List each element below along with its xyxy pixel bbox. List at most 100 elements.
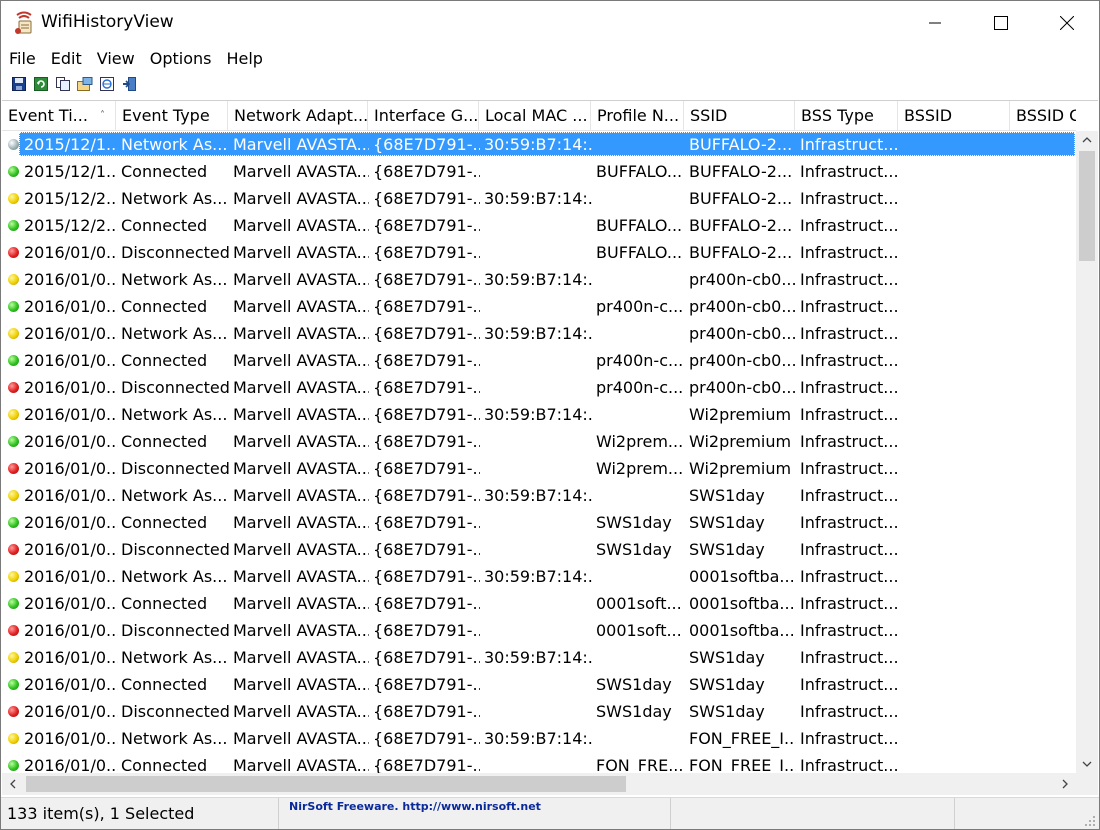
table-cell: Infrastruct...: [800, 729, 899, 748]
horizontal-scrollbar[interactable]: [2, 773, 1076, 795]
status-gray-dot-icon: [8, 139, 19, 150]
status-item-count: 133 item(s), 1 Selected: [1, 798, 279, 829]
close-button[interactable]: [1033, 1, 1099, 45]
table-row[interactable]: 2016/01/0... Network As... Marvell AVASTA.…: [2, 563, 1076, 590]
table-row[interactable]: 2015/12/1... Network As... Marvell AVASTA.…: [2, 131, 1076, 158]
table-row[interactable]: 2015/12/1... Connected Marvell AVASTA... {6…: [2, 158, 1076, 185]
table-cell: Network As...: [121, 648, 228, 667]
table-cell: Marvell AVASTA...: [233, 297, 369, 316]
column-header-interface-guid[interactable]: Interface G...: [368, 101, 479, 130]
wifi-history-app-icon: [13, 11, 35, 35]
title-bar[interactable]: WifiHistoryView: [1, 1, 1099, 45]
table-cell: Infrastruct...: [800, 459, 899, 478]
table-cell: 2016/01/0...: [24, 621, 118, 640]
table-row[interactable]: 2016/01/0... Disconnected Marvell AVASTA..…: [2, 617, 1076, 644]
maximize-button[interactable]: [967, 1, 1035, 45]
table-cell: pr400n-cb0...: [689, 351, 796, 370]
table-cell: Connected: [121, 594, 208, 613]
table-row[interactable]: 2016/01/0... Connected Marvell AVASTA... {6…: [2, 347, 1076, 374]
table-cell: pr400n-c...: [596, 378, 684, 397]
column-header-network-adapter[interactable]: Network Adapt...: [228, 101, 368, 130]
table-row[interactable]: 2016/01/0... Network As... Marvell AVASTA.…: [2, 725, 1076, 752]
table-cell: Marvell AVASTA...: [233, 378, 369, 397]
table-cell: {68E7D791-...: [373, 189, 480, 208]
table-row[interactable]: 2016/01/0... Disconnected Marvell AVASTA..…: [2, 239, 1076, 266]
html-report-button[interactable]: [98, 75, 116, 93]
table-row[interactable]: 2016/01/0... Disconnected Marvell AVASTA..…: [2, 455, 1076, 482]
table-cell: 30:59:B7:14:...: [484, 270, 592, 289]
table-row[interactable]: 2016/01/0... Disconnected Marvell AVASTA..…: [2, 374, 1076, 401]
properties-button[interactable]: [76, 75, 94, 93]
vertical-scrollbar[interactable]: [1076, 131, 1098, 773]
table-cell: Disconnected: [121, 459, 229, 478]
table-cell: BUFFALO-2...: [689, 216, 793, 235]
table-row[interactable]: 2015/12/2... Connected Marvell AVASTA... {6…: [2, 212, 1076, 239]
table-cell: {68E7D791-...: [373, 540, 480, 559]
exit-button[interactable]: [120, 75, 138, 93]
menu-file[interactable]: File: [1, 49, 43, 68]
table-cell: Infrastruct...: [800, 270, 899, 289]
save-button[interactable]: [10, 75, 28, 93]
copy-button[interactable]: [54, 75, 72, 93]
table-cell: Infrastruct...: [800, 486, 899, 505]
scroll-right-button[interactable]: [1054, 773, 1076, 795]
table-row[interactable]: 2016/01/0... Network As... Marvell AVASTA.…: [2, 320, 1076, 347]
table-cell: Marvell AVASTA...: [233, 135, 369, 154]
table-cell: Infrastruct...: [800, 675, 899, 694]
table-row[interactable]: 2016/01/0... Network As... Marvell AVASTA.…: [2, 401, 1076, 428]
table-row[interactable]: 2015/12/2... Network As... Marvell AVASTA.…: [2, 185, 1076, 212]
table-row[interactable]: 2016/01/0... Connected Marvell AVASTA... {6…: [2, 293, 1076, 320]
table-cell: Network As...: [121, 486, 228, 505]
table-cell: {68E7D791-...: [373, 621, 480, 640]
table-row[interactable]: 2016/01/0... Disconnected Marvell AVASTA..…: [2, 536, 1076, 563]
table-cell: {68E7D791-...: [373, 594, 480, 613]
table-cell: Infrastruct...: [800, 540, 899, 559]
minimize-button[interactable]: [901, 1, 969, 45]
horizontal-scroll-thumb[interactable]: [26, 776, 626, 792]
table-row[interactable]: 2016/01/0... Network As... Marvell AVASTA.…: [2, 482, 1076, 509]
menu-options[interactable]: Options: [142, 49, 219, 68]
scroll-down-button[interactable]: [1076, 755, 1098, 773]
column-header-bss-type[interactable]: BSS Type: [795, 101, 898, 130]
column-header-bssid-company[interactable]: BSSID C: [1010, 101, 1076, 130]
menu-bar: File Edit View Options Help: [1, 45, 1099, 71]
table-row[interactable]: 2016/01/0... Connected Marvell AVASTA... {6…: [2, 671, 1076, 698]
table-row[interactable]: 2016/01/0... Connected Marvell AVASTA... {6…: [2, 509, 1076, 536]
table-cell: {68E7D791-...: [373, 513, 480, 532]
menu-view[interactable]: View: [89, 49, 142, 68]
status-red-dot-icon: [8, 463, 19, 474]
scroll-up-button[interactable]: [1076, 131, 1098, 149]
wifi-events-table[interactable]: Event Ti... ˄ Event Type Network Adapt...…: [2, 100, 1098, 795]
table-cell: 2016/01/0...: [24, 432, 118, 451]
vertical-scroll-thumb[interactable]: [1079, 151, 1095, 261]
scroll-left-button[interactable]: [2, 773, 24, 795]
menu-edit[interactable]: Edit: [43, 49, 89, 68]
table-cell: SWS1day: [596, 513, 672, 532]
table-cell: Connected: [121, 513, 208, 532]
minimize-icon: [929, 22, 941, 24]
table-row[interactable]: 2016/01/0... Disconnected Marvell AVASTA..…: [2, 698, 1076, 725]
table-cell: Marvell AVASTA...: [233, 162, 369, 181]
table-cell: 30:59:B7:14:...: [484, 486, 592, 505]
table-row[interactable]: 2016/01/0... Network As... Marvell AVASTA.…: [2, 266, 1076, 293]
table-row[interactable]: 2016/01/0... Network As... Marvell AVASTA.…: [2, 644, 1076, 671]
nirsoft-link[interactable]: NirSoft Freeware. http://www.nirsoft.net: [279, 798, 671, 829]
table-cell: SWS1day: [689, 486, 765, 505]
table-cell: 2016/01/0...: [24, 297, 118, 316]
table-row[interactable]: 2016/01/0... Connected Marvell AVASTA... {6…: [2, 590, 1076, 617]
resize-grip-icon[interactable]: [1084, 815, 1096, 827]
status-green-dot-icon: [8, 436, 19, 447]
column-header-bssid[interactable]: BSSID: [898, 101, 1010, 130]
table-cell: Infrastruct...: [800, 216, 899, 235]
table-row[interactable]: 2016/01/0... Connected Marvell AVASTA... {6…: [2, 428, 1076, 455]
column-header-profile-name[interactable]: Profile N...: [591, 101, 684, 130]
column-header-event-time[interactable]: Event Ti... ˄: [2, 101, 116, 130]
table-cell: 2016/01/0...: [24, 270, 118, 289]
column-header-local-mac[interactable]: Local MAC ...: [479, 101, 591, 130]
menu-help[interactable]: Help: [218, 49, 269, 68]
column-header-event-type[interactable]: Event Type: [116, 101, 228, 130]
refresh-button[interactable]: [32, 75, 50, 93]
column-header-ssid[interactable]: SSID: [684, 101, 795, 130]
table-cell: 2016/01/0...: [24, 594, 118, 613]
table-cell: Marvell AVASTA...: [233, 270, 369, 289]
